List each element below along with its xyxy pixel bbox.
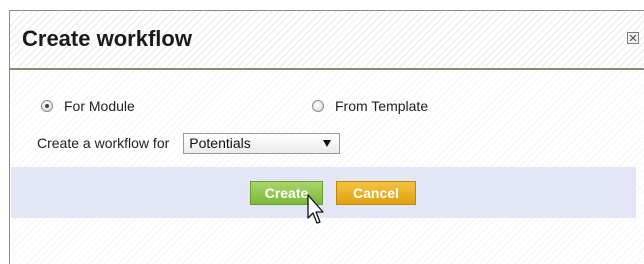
- for-module-label: For Module: [64, 98, 135, 114]
- close-icon[interactable]: [627, 32, 639, 44]
- module-select-row: Create a workflow for Potentials: [37, 132, 341, 154]
- screen: Create workflow For Module From Template…: [0, 0, 644, 264]
- title-divider: [10, 68, 644, 70]
- cancel-button[interactable]: Cancel: [336, 181, 416, 205]
- module-select[interactable]: Potentials: [183, 132, 341, 154]
- create-workflow-dialog: Create workflow For Module From Template…: [9, 10, 644, 264]
- dialog-title: Create workflow: [22, 26, 192, 51]
- from-template-option[interactable]: From Template: [312, 97, 428, 115]
- module-select-value: Potentials: [189, 134, 251, 151]
- pointer-cursor-icon: [307, 194, 324, 224]
- for-module-option[interactable]: For Module: [41, 97, 135, 115]
- dialog-titlebar: Create workflow: [10, 11, 644, 67]
- from-template-radio[interactable]: [312, 100, 324, 112]
- for-module-radio[interactable]: [41, 100, 53, 112]
- module-select-label: Create a workflow for: [37, 135, 170, 151]
- from-template-label: From Template: [335, 98, 429, 114]
- dropdown-arrow-icon: [323, 139, 332, 147]
